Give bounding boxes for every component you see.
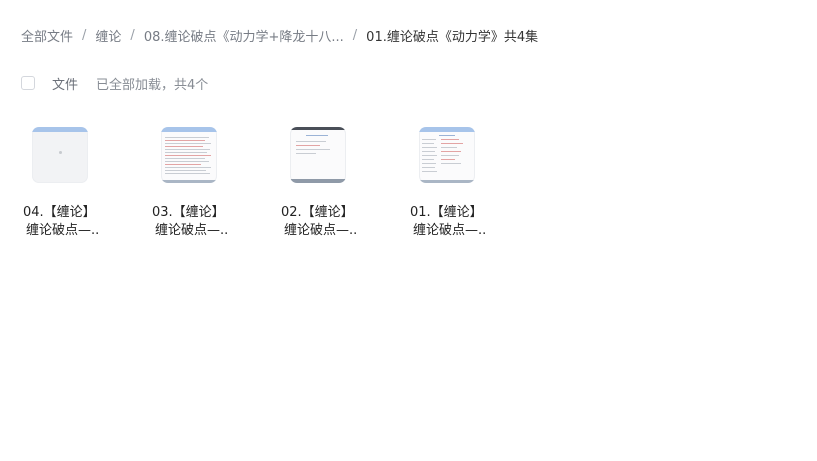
file-tile[interactable]: 01.【缠论】 缠论破点—.. bbox=[405, 122, 534, 242]
file-thumbnail bbox=[161, 127, 217, 183]
breadcrumb-current-folder: 01.缠论破点《动力学》共4集 bbox=[366, 29, 539, 45]
file-thumbnail bbox=[32, 127, 88, 183]
breadcrumb-separator: / bbox=[130, 27, 135, 43]
list-toolbar: 文件 已全部加载，共4个 bbox=[21, 74, 209, 93]
file-column-label: 文件 bbox=[52, 77, 79, 93]
select-all-checkbox[interactable] bbox=[21, 76, 35, 90]
file-name: 01.【缠论】 缠论破点—.. bbox=[410, 205, 487, 238]
load-status-text: 已全部加载，共4个 bbox=[96, 77, 209, 93]
breadcrumb-chanlun[interactable]: 缠论 bbox=[95, 26, 121, 45]
file-name: 04.【缠论】 缠论破点—.. bbox=[23, 205, 100, 238]
breadcrumb-separator: / bbox=[352, 27, 358, 43]
file-name: 02.【缠论】 缠论破点—.. bbox=[281, 205, 358, 238]
file-grid: 04.【缠论】 缠论破点—.. 03.【缠论】 缠论破点—.. 02.【缠论】 … bbox=[18, 122, 534, 242]
file-thumbnail bbox=[419, 127, 475, 183]
breadcrumb-separator: / bbox=[82, 27, 87, 43]
file-tile[interactable]: 04.【缠论】 缠论破点—.. bbox=[18, 122, 147, 242]
file-thumbnail bbox=[290, 127, 346, 183]
file-tile[interactable]: 03.【缠论】 缠论破点—.. bbox=[147, 122, 276, 242]
breadcrumb-all-files[interactable]: 全部文件 bbox=[21, 26, 73, 45]
file-name: 03.【缠论】 缠论破点—.. bbox=[152, 205, 229, 238]
breadcrumb: 全部文件 / 缠论 / 08.缠论破点《动力学+降龙十八... / 01.缠论破… bbox=[21, 25, 538, 45]
breadcrumb-folder-08[interactable]: 08.缠论破点《动力学+降龙十八... bbox=[144, 26, 344, 45]
file-tile[interactable]: 02.【缠论】 缠论破点—.. bbox=[276, 122, 405, 242]
